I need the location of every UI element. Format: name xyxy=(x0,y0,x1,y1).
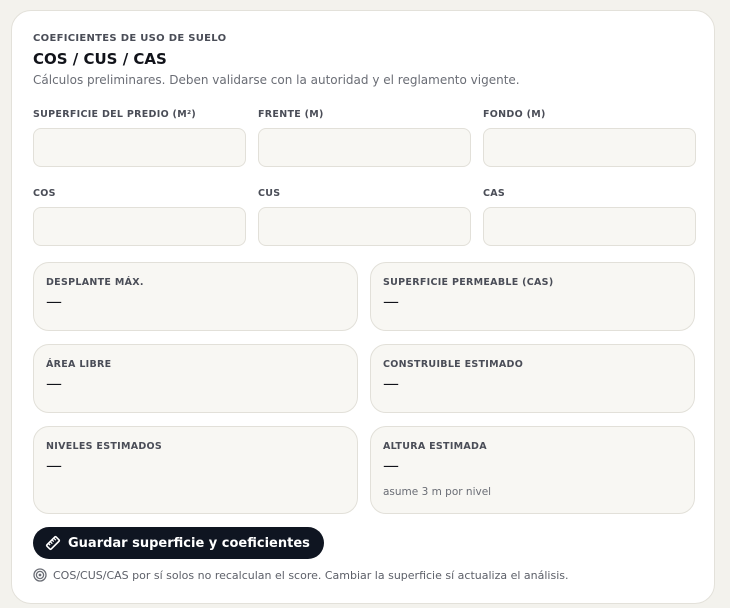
construible-value: — xyxy=(383,374,399,393)
altura-note: asume 3 m por nivel xyxy=(383,486,492,498)
niveles-value: — xyxy=(46,456,62,475)
superficie-input[interactable] xyxy=(33,128,246,167)
desplante-label: DESPLANTE MÁX. xyxy=(46,277,144,288)
altura-metric: ALTURA ESTIMADA — asume 3 m por nivel xyxy=(370,426,695,514)
fondo-label: FONDO (M) xyxy=(483,109,546,120)
construible-label: CONSTRUIBLE ESTIMADO xyxy=(383,359,524,370)
construible-metric: CONSTRUIBLE ESTIMADO — xyxy=(370,344,695,413)
area-libre-metric: ÁREA LIBRE — xyxy=(33,344,358,413)
frente-label: FRENTE (M) xyxy=(258,109,324,120)
save-button-label: Guardar superficie y coeficientes xyxy=(68,535,310,551)
section-title: COS / CUS / CAS xyxy=(33,50,167,68)
desplante-value: — xyxy=(46,292,62,311)
superficie-label: SUPERFICIE DEL PREDIO (M²) xyxy=(33,109,197,120)
desplante-metric: DESPLANTE MÁX. — xyxy=(33,262,358,331)
altura-label: ALTURA ESTIMADA xyxy=(383,441,487,452)
save-coefficients-button[interactable]: Guardar superficie y coeficientes xyxy=(33,527,324,559)
cus-label: CUS xyxy=(258,188,281,199)
niveles-label: NIVELES ESTIMADOS xyxy=(46,441,163,452)
area-libre-label: ÁREA LIBRE xyxy=(46,359,112,370)
niveles-metric: NIVELES ESTIMADOS — xyxy=(33,426,358,514)
cos-input[interactable] xyxy=(33,207,246,246)
section-subtitle: Cálculos preliminares. Deben validarse c… xyxy=(33,73,520,87)
section-eyebrow: COEFICIENTES DE USO DE SUELO xyxy=(33,33,227,44)
area-libre-value: — xyxy=(46,374,62,393)
cus-input[interactable] xyxy=(258,207,471,246)
score-footnote: COS/CUS/CAS por sí solos no recalculan e… xyxy=(33,568,569,582)
permeable-value: — xyxy=(383,292,399,311)
footnote-text: COS/CUS/CAS por sí solos no recalculan e… xyxy=(53,568,569,582)
target-icon xyxy=(33,568,47,582)
cas-label: CAS xyxy=(483,188,506,199)
coefficients-card: COEFICIENTES DE USO DE SUELO COS / CUS /… xyxy=(11,10,715,604)
frente-input[interactable] xyxy=(258,128,471,167)
permeable-metric: SUPERFICIE PERMEABLE (CAS) — xyxy=(370,262,695,331)
ruler-icon xyxy=(45,535,61,551)
cos-label: COS xyxy=(33,188,56,199)
cas-input[interactable] xyxy=(483,207,696,246)
fondo-input[interactable] xyxy=(483,128,696,167)
altura-value: — xyxy=(383,456,399,475)
permeable-label: SUPERFICIE PERMEABLE (CAS) xyxy=(383,277,554,288)
